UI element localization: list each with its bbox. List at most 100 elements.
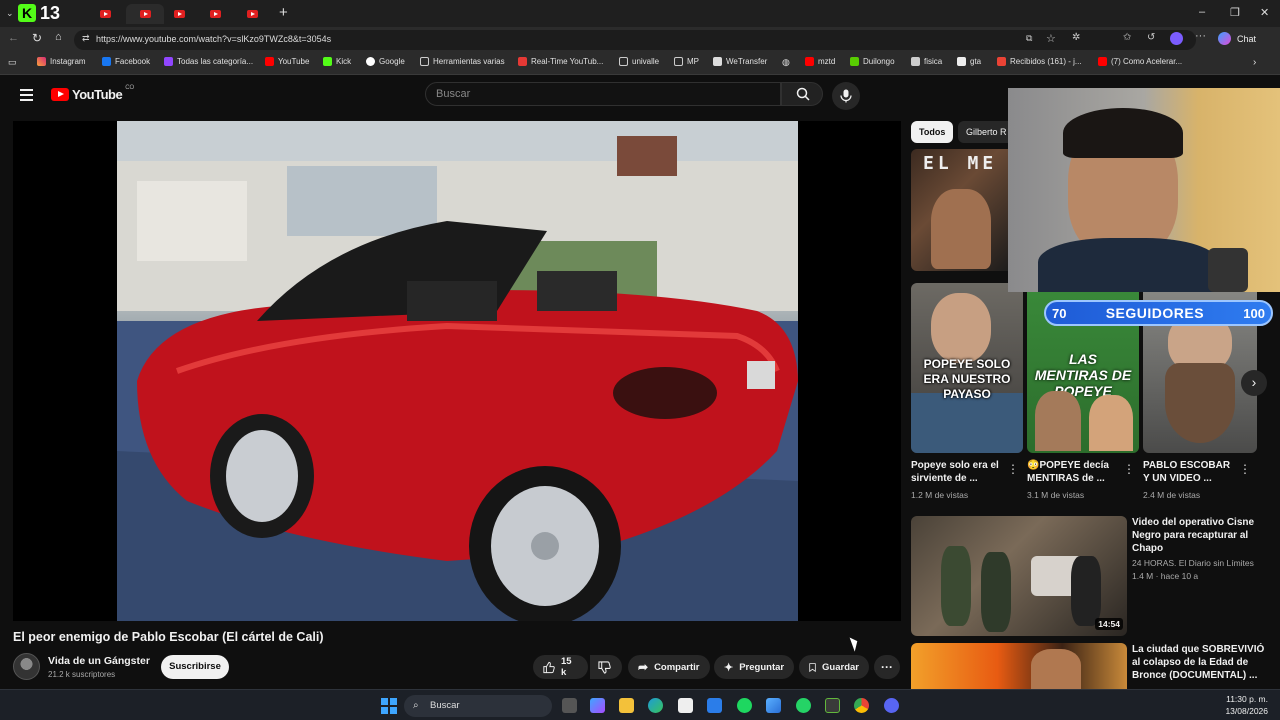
spotify-icon[interactable]: [737, 698, 752, 713]
clock[interactable]: 11:30 p. m. 13/08/2026: [1220, 694, 1268, 716]
file-explorer-icon[interactable]: [619, 698, 634, 713]
doc-icon: [911, 57, 920, 66]
discord-icon[interactable]: [884, 698, 899, 713]
close-window-button[interactable]: ✕: [1260, 6, 1269, 19]
short-thumbnail-1[interactable]: POPEYE SOLO ERA NUESTRO PAYASO: [911, 283, 1023, 453]
bookmark-como-acelerar[interactable]: (7) Como Acelerar...: [1098, 57, 1182, 66]
mail-icon[interactable]: [707, 698, 722, 713]
bookmarks-overflow-icon[interactable]: ›: [1253, 57, 1256, 68]
bookmark-instagram[interactable]: Instagram: [37, 57, 86, 66]
screenshot-icon[interactable]: ⧉: [1026, 33, 1032, 44]
tab-5[interactable]: [237, 4, 267, 24]
short-menu-icon-3[interactable]: ⋮: [1239, 462, 1251, 476]
copilot-icon[interactable]: [1218, 32, 1231, 45]
bookmark-google[interactable]: Google: [366, 57, 405, 66]
like-button[interactable]: 15 k: [533, 655, 588, 679]
share-button[interactable]: ➦ Compartir: [628, 655, 710, 679]
chip-gilberto[interactable]: Gilberto R: [958, 121, 1008, 143]
bookmark-facebook[interactable]: Facebook: [102, 57, 150, 66]
tab-search-icon[interactable]: ⌄: [6, 8, 14, 19]
voice-search-button[interactable]: [832, 82, 860, 110]
bookmark-herramientas[interactable]: Herramientas varias: [420, 57, 505, 66]
history-icon[interactable]: ↺: [1147, 32, 1155, 43]
bookmark-youtube[interactable]: YouTube: [265, 57, 309, 66]
bookmark-gta[interactable]: gta: [957, 57, 981, 66]
related-video-thumbnail-1[interactable]: 14:54: [911, 516, 1127, 636]
video-frame[interactable]: [117, 121, 798, 621]
widgets-icon[interactable]: [590, 698, 605, 713]
short-title-2[interactable]: 😳POPEYE decía MENTIRAS de ...: [1027, 459, 1121, 485]
store-icon[interactable]: [678, 698, 693, 713]
site-info-icon[interactable]: ⇄: [82, 33, 90, 44]
microphone-icon: [840, 89, 852, 103]
channel-name[interactable]: Vida de un Gángster: [48, 655, 150, 667]
chat-label[interactable]: Chat: [1237, 34, 1256, 44]
dislike-button[interactable]: [590, 655, 622, 679]
back-button[interactable]: ←: [8, 32, 19, 44]
home-button[interactable]: ⌂: [55, 31, 62, 43]
bookmark-duilongo[interactable]: Duilongo: [850, 57, 895, 66]
short-menu-icon-2[interactable]: ⋮: [1123, 462, 1135, 476]
favorites-icon[interactable]: ✩: [1123, 32, 1131, 43]
star-icon[interactable]: ☆: [1046, 32, 1056, 45]
address-bar[interactable]: ⇄ https://www.youtube.com/watch?v=slKzo9…: [74, 30, 1196, 50]
wetransfer-icon: [713, 57, 722, 66]
new-tab-button[interactable]: +: [279, 4, 288, 21]
bookmark-realtime[interactable]: Real-Time YouTub...: [518, 57, 603, 66]
profile-avatar[interactable]: [1170, 32, 1183, 45]
subscribe-button[interactable]: Suscribirse: [161, 655, 229, 679]
short-title-1[interactable]: Popeye solo era el sirviente de ...: [911, 459, 1005, 485]
url-text[interactable]: https://www.youtube.com/watch?v=slKzo9TW…: [96, 34, 331, 44]
tab-3[interactable]: [164, 4, 194, 24]
bookmark-mp[interactable]: MP: [674, 57, 699, 66]
shorts-next-button[interactable]: ›: [1241, 370, 1267, 396]
bookmark-twitch[interactable]: Todas las categoría...: [164, 57, 253, 66]
more-actions-button[interactable]: ···: [874, 655, 900, 679]
short-title-3[interactable]: PABLO ESCOBAR Y UN VIDEO ...: [1143, 459, 1237, 485]
channel-avatar[interactable]: [13, 653, 40, 680]
minecraft-icon[interactable]: [825, 698, 840, 713]
save-button[interactable]: Guardar: [799, 655, 869, 679]
duolingo-icon: [850, 57, 859, 66]
more-menu-icon[interactable]: ···: [1195, 30, 1206, 42]
globe-icon[interactable]: ◍: [782, 57, 790, 68]
short-menu-icon-1[interactable]: ⋮: [1007, 462, 1019, 476]
tab-1[interactable]: [90, 4, 120, 24]
related-video-thumbnail-2[interactable]: [911, 643, 1127, 689]
photos-icon[interactable]: [766, 698, 781, 713]
youtube-logo[interactable]: YouTube CO: [51, 85, 134, 102]
mouse-cursor: [849, 635, 861, 652]
video-player[interactable]: [13, 121, 901, 621]
kick-icon: [323, 57, 332, 66]
bookmark-recibidos[interactable]: Recibidos (161) - j...: [997, 57, 1082, 66]
search-input[interactable]: Buscar: [425, 82, 781, 106]
ask-button[interactable]: ✦ Preguntar: [714, 655, 794, 679]
windows-start-icon[interactable]: [381, 698, 397, 714]
chip-todos[interactable]: Todos: [911, 121, 954, 143]
extensions-icon[interactable]: ✲: [1072, 32, 1080, 43]
bookmarks-menu-icon[interactable]: ▭: [8, 57, 17, 68]
bookmark-univalle[interactable]: univalle: [619, 57, 659, 66]
edge-browser-icon[interactable]: [648, 698, 663, 713]
whatsapp-icon[interactable]: [796, 698, 811, 713]
related-video-title-2[interactable]: La ciudad que SOBREVIVIÓ al colapso de l…: [1132, 643, 1272, 687]
bookmark-fisica[interactable]: fisica: [911, 57, 942, 66]
search-icon: [796, 87, 810, 101]
tab-4[interactable]: [200, 4, 230, 24]
hamburger-menu-icon[interactable]: [14, 85, 38, 105]
bookmark-kick[interactable]: Kick: [323, 57, 351, 66]
bookmark-wetransfer[interactable]: WeTransfer: [713, 57, 767, 66]
related-video-channel-1[interactable]: 24 HORAS. El Diario sin Límites: [1132, 558, 1254, 568]
reload-button[interactable]: ↻: [32, 31, 42, 45]
task-view-icon[interactable]: [562, 698, 577, 713]
minimize-button[interactable]: –: [1199, 6, 1205, 18]
chrome-icon[interactable]: [854, 698, 869, 713]
top-video-thumbnail[interactable]: EL ME: [911, 149, 1011, 271]
maximize-button[interactable]: ❐: [1230, 6, 1240, 19]
bookmark-mztd[interactable]: mztd: [805, 57, 835, 66]
taskbar-search[interactable]: ⌕ Buscar: [404, 695, 552, 717]
search-button[interactable]: [781, 82, 823, 106]
tab-active[interactable]: [126, 4, 164, 24]
browser-tab-bar: ⌄ K 13 + – ❐ ✕: [0, 0, 1280, 27]
related-video-title-1[interactable]: Video del operativo Cisne Negro para rec…: [1132, 516, 1272, 555]
